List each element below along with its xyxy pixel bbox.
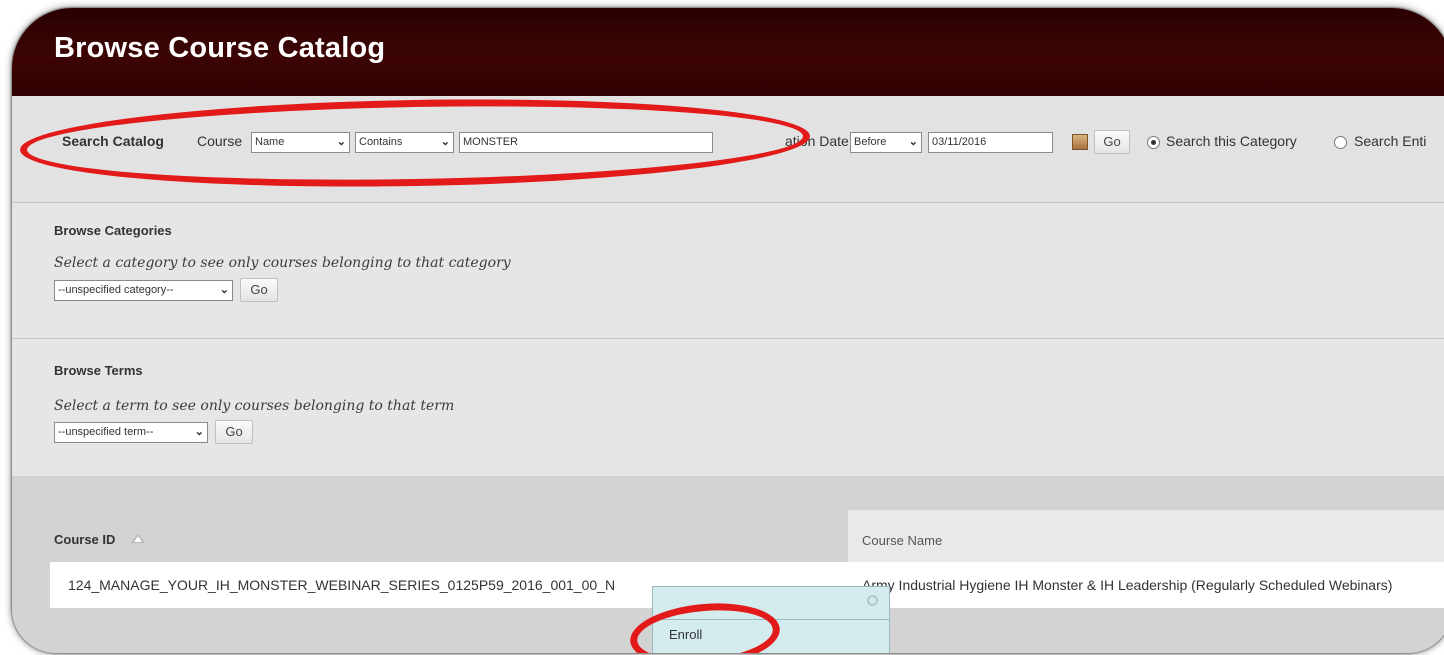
column-header-course-id[interactable]: Course ID xyxy=(54,532,115,547)
date-input-value: 03/11/2016 xyxy=(932,136,987,148)
date-operator-value: Before xyxy=(854,136,887,148)
search-entire-catalog-label: Search Enti xyxy=(1354,133,1427,149)
course-name-cell: Army Industrial Hygiene IH Monster & IH … xyxy=(862,577,1393,593)
browse-terms-instruction: Select a term to see only courses belong… xyxy=(54,398,455,414)
search-go-button[interactable]: Go xyxy=(1094,130,1130,154)
operator-select[interactable]: Contains ⌄ xyxy=(355,132,454,153)
search-this-category-radio[interactable] xyxy=(1147,136,1160,149)
search-entire-catalog-radio[interactable] xyxy=(1334,136,1347,149)
page-title: Browse Course Catalog xyxy=(54,32,386,64)
search-query-value: MONSTER xyxy=(463,136,518,148)
term-select-value: --unspecified term-- xyxy=(58,426,154,438)
sort-ascending-icon[interactable] xyxy=(131,534,145,543)
calendar-icon[interactable] xyxy=(1072,134,1088,150)
browse-categories-title: Browse Categories xyxy=(54,223,172,238)
course-label: Course xyxy=(197,133,243,149)
search-query-input[interactable]: MONSTER xyxy=(459,132,713,153)
chevron-down-icon: ⌄ xyxy=(440,136,450,148)
menu-divider xyxy=(653,619,889,620)
chevron-down-icon: ⌄ xyxy=(194,426,204,438)
field-select[interactable]: Name ⌄ xyxy=(251,132,350,153)
browse-categories-section: Browse Categories Select a category to s… xyxy=(12,203,1444,339)
date-input[interactable]: 03/11/2016 xyxy=(928,132,1053,153)
creation-date-label: ation Date xyxy=(785,133,849,149)
chevron-down-icon: ⌄ xyxy=(336,136,346,148)
browse-terms-title: Browse Terms xyxy=(54,363,143,378)
browse-categories-instruction: Select a category to see only courses be… xyxy=(54,255,511,271)
field-select-value: Name xyxy=(255,136,285,148)
column-header-course-name[interactable]: Course Name xyxy=(862,533,942,548)
term-select[interactable]: --unspecified term-- ⌄ xyxy=(54,422,208,443)
browse-terms-section: Browse Terms Select a term to see only c… xyxy=(12,339,1444,476)
term-go-button[interactable]: Go xyxy=(215,420,253,444)
course-id-cell[interactable]: 124_MANAGE_YOUR_IH_MONSTER_WEBINAR_SERIE… xyxy=(68,577,615,593)
category-select[interactable]: --unspecified category-- ⌄ xyxy=(54,280,233,301)
operator-select-value: Contains xyxy=(359,136,403,148)
date-operator-select[interactable]: Before ⌄ xyxy=(850,132,922,153)
course-catalog-window: Browse Course Catalog Search Catalog Cou… xyxy=(12,8,1444,653)
chevron-down-icon: ⌄ xyxy=(908,136,918,148)
course-context-menu: Enroll xyxy=(652,586,890,653)
category-select-value: --unspecified category-- xyxy=(58,284,174,296)
chevron-down-icon: ⌄ xyxy=(219,284,229,296)
category-go-button[interactable]: Go xyxy=(240,278,278,302)
search-catalog-label: Search Catalog xyxy=(62,133,164,149)
course-results-table: Course ID Course Name 124_MANAGE_YOUR_IH… xyxy=(12,476,1444,653)
close-icon[interactable] xyxy=(867,595,878,606)
search-bar: Search Catalog Course Name ⌄ Contains ⌄ … xyxy=(12,96,1444,203)
enroll-menu-item[interactable]: Enroll xyxy=(669,627,702,642)
search-this-category-label: Search this Category xyxy=(1166,133,1297,149)
page-header: Browse Course Catalog xyxy=(12,8,1444,96)
